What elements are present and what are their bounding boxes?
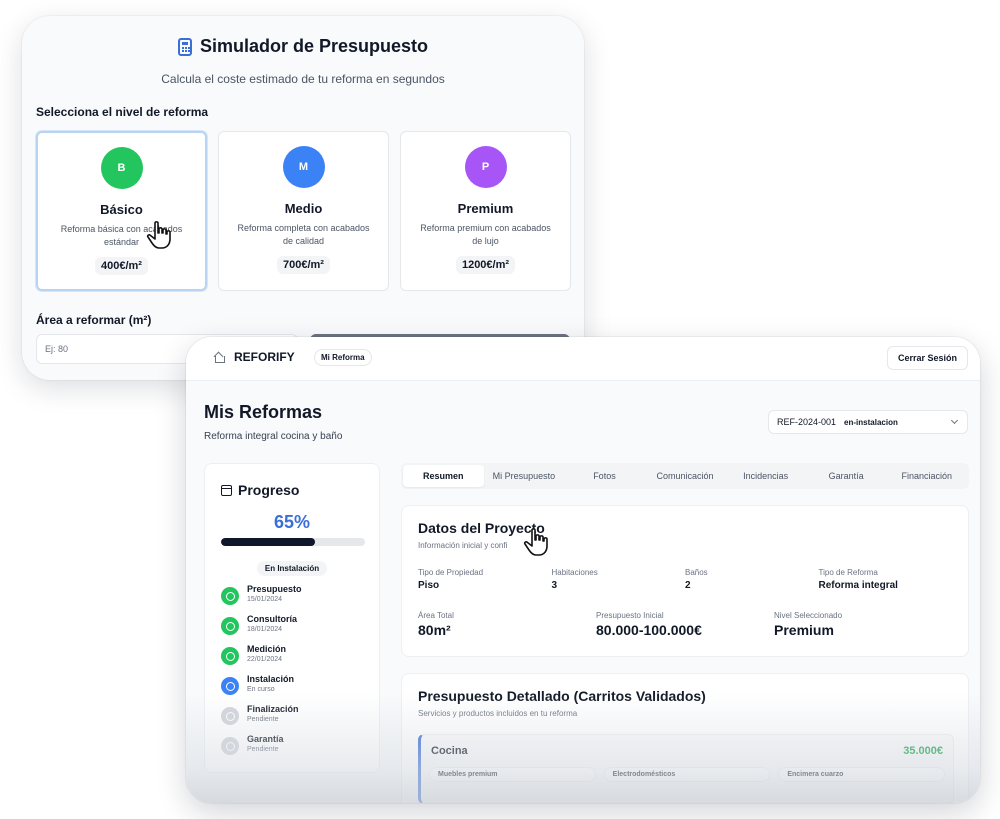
tier-price: 400€/m² bbox=[95, 257, 148, 275]
room-total: 35.000€ bbox=[903, 745, 943, 757]
hand-cursor-icon bbox=[523, 528, 548, 556]
level-section-label: Selecciona el nivel de reforma bbox=[36, 105, 209, 119]
calendar-icon bbox=[221, 484, 232, 496]
tier-description: Reforma premium con acabados de lujo bbox=[420, 223, 551, 246]
fact-bathrooms: Baños 2 bbox=[685, 568, 708, 591]
budget-simulator-window: Simulador de Presupuesto Calcula el cost… bbox=[22, 16, 584, 380]
logout-button[interactable]: Cerrar Sesión bbox=[886, 346, 968, 370]
tab-garantia[interactable]: Garantía bbox=[806, 465, 887, 487]
hand-cursor-icon bbox=[146, 221, 171, 249]
room-item: Muebles premium bbox=[429, 767, 596, 782]
fact-selected-level: Nivel Seleccionado Premium bbox=[774, 611, 843, 638]
progress-bar bbox=[221, 538, 365, 546]
step-presupuesto: Presupuesto 15/01/2024 bbox=[221, 584, 302, 614]
progress-bar-fill bbox=[221, 538, 315, 546]
top-navbar: REFORIFY Mi Reforma Cerrar Sesión bbox=[186, 337, 980, 381]
simulator-title: Simulador de Presupuesto bbox=[22, 36, 584, 57]
room-name: Cocina bbox=[431, 745, 468, 757]
tier-name: Premium bbox=[457, 201, 514, 216]
tab-incidencias[interactable]: Incidencias bbox=[725, 465, 806, 487]
area-label: Área a reformar (m²) bbox=[36, 313, 152, 327]
pending-circle-icon bbox=[221, 737, 239, 755]
tier-name: Básico bbox=[100, 202, 143, 217]
room-budget-cocina[interactable]: Cocina 35.000€ Muebles premium Electrodo… bbox=[418, 734, 954, 803]
step-consultoria: Consultoría 18/01/2024 bbox=[221, 614, 302, 644]
progress-heading: Progreso bbox=[221, 482, 299, 498]
fact-reform-type: Tipo de Reforma Reforma integral bbox=[818, 568, 898, 591]
project-code: REF-2024-001 bbox=[777, 417, 837, 427]
clock-icon bbox=[221, 677, 239, 695]
tier-description: Reforma completa con acabados de calidad bbox=[237, 223, 370, 246]
check-circle-icon bbox=[221, 617, 239, 635]
check-circle-icon bbox=[221, 587, 239, 605]
project-facts: Tipo de Propiedad Piso Habitaciones 3 Ba… bbox=[418, 568, 952, 591]
budget-card-subtitle: Servicios y productos incluidos en tu re… bbox=[418, 709, 578, 718]
project-key-figures: Área Total 80m² Presupuesto Inicial 80.0… bbox=[418, 611, 952, 638]
pending-circle-icon bbox=[221, 707, 239, 725]
tab-comunicacion[interactable]: Comunicación bbox=[645, 465, 726, 487]
progress-steps: Presupuesto 15/01/2024 Consultoría 18/01/2… bbox=[221, 584, 302, 764]
tier-options: B Básico Reforma básica con acabados est… bbox=[36, 131, 571, 291]
project-select[interactable]: REF-2024-001 en-instalacion bbox=[768, 410, 968, 434]
fact-rooms: Habitaciones 3 bbox=[551, 568, 598, 591]
step-instalacion: Instalación En curso bbox=[221, 674, 302, 704]
tab-fotos[interactable]: Fotos bbox=[564, 465, 645, 487]
brand[interactable]: REFORIFY bbox=[214, 350, 295, 364]
step-finalizacion: Finalización Pendiente bbox=[221, 704, 302, 734]
project-data-card: Datos del Proyecto Información inicial y… bbox=[401, 505, 969, 657]
fact-total-area: Área Total 80m² bbox=[418, 611, 454, 638]
progress-card: Progreso 65% En Instalación Presupuesto 1… bbox=[204, 463, 380, 773]
fact-initial-budget: Presupuesto Inicial 80.000-100.000€ bbox=[596, 611, 702, 638]
tab-resumen[interactable]: Resumen bbox=[403, 465, 484, 487]
chevron-down-icon bbox=[950, 416, 959, 425]
simulator-subtitle: Calcula el coste estimado de tu reforma … bbox=[161, 72, 445, 86]
stage-badge: En Instalación bbox=[205, 558, 379, 576]
tier-card-medio[interactable]: M Medio Reforma completa con acabados de… bbox=[218, 131, 389, 291]
tier-name: Medio bbox=[284, 201, 323, 216]
home-icon bbox=[214, 352, 225, 363]
progress-percent: 65% bbox=[273, 512, 311, 532]
tier-price: 1200€/m² bbox=[455, 256, 516, 274]
tier-price: 700€/m² bbox=[277, 256, 330, 274]
budget-card-title: Presupuesto Detallado (Carritos Validado… bbox=[418, 688, 706, 704]
project-card-subtitle: Información inicial y confi bbox=[418, 541, 508, 550]
room-items: Muebles premium Electrodomésticos Encime… bbox=[429, 767, 946, 782]
nav-tab-mi-reforma[interactable]: Mi Reforma bbox=[314, 349, 372, 366]
project-status: en-instalacion bbox=[844, 417, 898, 427]
step-medicion: Medición 22/01/2024 bbox=[221, 644, 302, 674]
room-item: Electrodomésticos bbox=[603, 767, 771, 782]
tier-badge-icon: P bbox=[464, 146, 507, 188]
calculator-icon bbox=[177, 37, 192, 56]
tab-mi-presupuesto[interactable]: Mi Presupuesto bbox=[484, 465, 565, 487]
page-subtitle: Reforma integral cocina y baño bbox=[204, 431, 343, 442]
tier-badge-icon: M bbox=[282, 146, 325, 188]
tier-card-premium[interactable]: P Premium Reforma premium con acabados d… bbox=[400, 131, 571, 291]
step-garantia: Garantía Pendiente bbox=[221, 734, 302, 764]
tier-card-basico[interactable]: B Básico Reforma básica con acabados est… bbox=[36, 131, 207, 291]
tier-badge-icon: B bbox=[100, 147, 143, 189]
section-tabs: Resumen Mi Presupuesto Fotos Comunicació… bbox=[401, 463, 969, 489]
budget-detail-card: Presupuesto Detallado (Carritos Validado… bbox=[401, 673, 969, 803]
dashboard-window: REFORIFY Mi Reforma Cerrar Sesión Mis Re… bbox=[186, 337, 980, 803]
fact-property-type: Tipo de Propiedad Piso bbox=[418, 568, 484, 591]
tab-financiacion[interactable]: Financiación bbox=[886, 465, 967, 487]
check-circle-icon bbox=[221, 647, 239, 665]
page-title: Mis Reformas bbox=[204, 402, 323, 422]
room-item: Encimera cuarzo bbox=[778, 767, 946, 782]
